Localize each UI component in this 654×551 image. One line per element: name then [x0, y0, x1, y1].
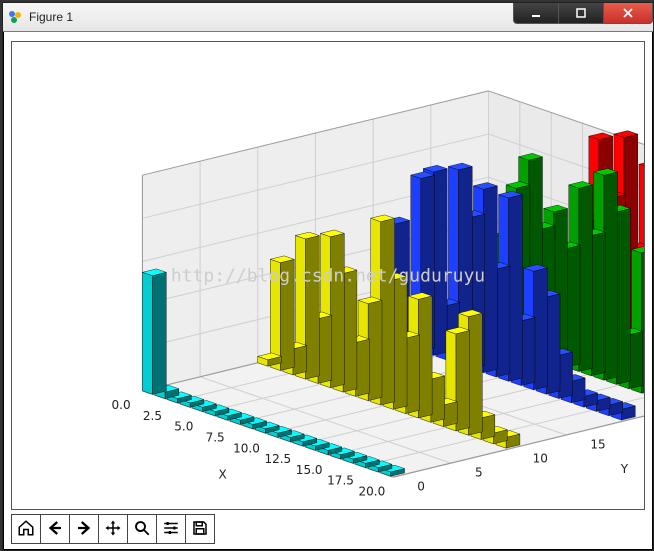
pan-button[interactable]	[98, 514, 128, 544]
configure-button[interactable]	[156, 514, 186, 544]
save-icon	[191, 519, 209, 540]
svg-text:2.5: 2.5	[143, 409, 162, 423]
move-icon	[104, 519, 122, 540]
titlebar[interactable]: Figure 1	[3, 3, 653, 32]
app-icon	[7, 9, 23, 25]
back-button[interactable]	[40, 514, 70, 544]
plot-frame: http://blog.csdn.net/guduruyu 0.02.55.07…	[11, 41, 645, 510]
arrow-right-icon	[75, 519, 93, 540]
svg-text:10.0: 10.0	[233, 441, 260, 455]
svg-text:0.0: 0.0	[112, 398, 131, 412]
minimize-button[interactable]	[513, 3, 559, 24]
maximize-button[interactable]	[558, 3, 604, 24]
svg-text:17.5: 17.5	[327, 474, 354, 488]
svg-text:10: 10	[533, 452, 548, 466]
svg-text:20.0: 20.0	[359, 484, 386, 498]
window-frame: Figure 1 http://blog.csdn.net/guduruyu 0…	[2, 2, 654, 551]
svg-text:7.5: 7.5	[206, 430, 225, 444]
home-button[interactable]	[11, 514, 41, 544]
plot-area[interactable]: http://blog.csdn.net/guduruyu 0.02.55.07…	[12, 42, 644, 509]
chart-3d-bars: 0.02.55.07.510.012.515.017.520.005101520…	[12, 42, 644, 509]
window-controls	[514, 3, 653, 23]
svg-text:15: 15	[590, 437, 605, 451]
svg-text:Y: Y	[620, 462, 629, 476]
svg-text:5: 5	[475, 466, 483, 480]
close-button[interactable]	[603, 3, 653, 24]
zoom-icon	[133, 519, 151, 540]
home-icon	[17, 519, 35, 540]
save-button[interactable]	[185, 514, 215, 544]
sliders-icon	[162, 519, 180, 540]
arrow-left-icon	[46, 519, 64, 540]
svg-text:15.0: 15.0	[296, 463, 323, 477]
navigation-toolbar	[11, 514, 215, 544]
svg-text:0: 0	[417, 480, 425, 494]
svg-text:12.5: 12.5	[264, 452, 291, 466]
svg-text:X: X	[219, 467, 227, 481]
zoom-button[interactable]	[127, 514, 157, 544]
forward-button[interactable]	[69, 514, 99, 544]
svg-text:5.0: 5.0	[174, 420, 193, 434]
window-title: Figure 1	[29, 10, 514, 24]
